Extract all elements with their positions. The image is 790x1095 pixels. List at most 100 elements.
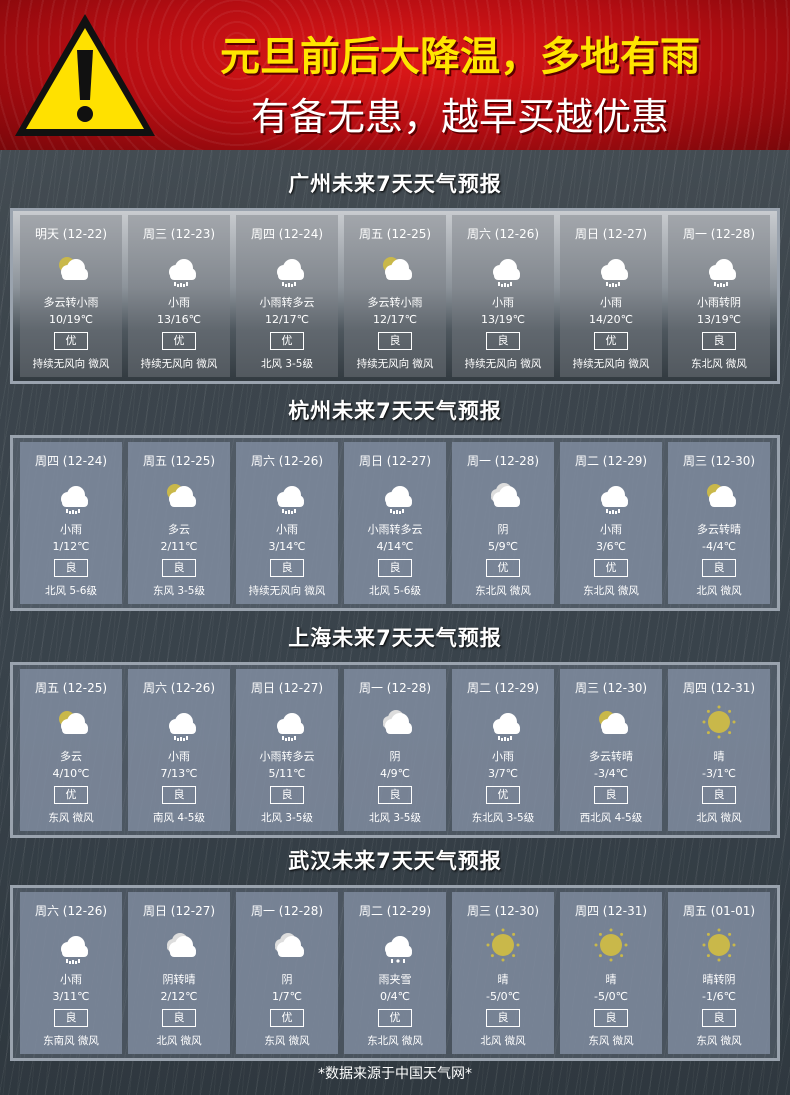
rain-weather-icon	[267, 475, 307, 515]
weather-description: 阴转晴	[162, 973, 196, 986]
rain-weather-icon	[159, 248, 199, 288]
day-date: 周日 (12-27)	[574, 227, 648, 241]
day-date: 周五 (12-25)	[34, 681, 108, 695]
weather-description: 小雨转多云	[259, 296, 315, 309]
partly-cloudy-weather-icon	[591, 702, 631, 742]
temperature-range: 1/7℃	[271, 990, 303, 1003]
wind-info: 北风 微风	[696, 585, 742, 597]
wind-info: 持续无风向 微风	[572, 358, 650, 370]
day-card: 周六 (12-26) 小雨 13/19℃ 良持续无风向 微风	[452, 215, 554, 377]
day-card: 周一 (12-28) 阴 1/7℃ 优东风 微风	[236, 892, 338, 1054]
temperature-range: 13/19℃	[480, 313, 526, 326]
sunny-weather-icon	[699, 925, 739, 965]
air-quality-badge: 良	[486, 1009, 520, 1027]
weather-description: 小雨	[168, 296, 190, 309]
weather-description: 小雨	[168, 750, 190, 763]
partly-cloudy-weather-icon	[51, 248, 91, 288]
wind-info: 东风 3-5级	[153, 585, 205, 597]
day-date: 周五 (01-01)	[682, 904, 756, 918]
wind-info: 东北风 微风	[691, 358, 747, 370]
air-quality-badge: 优	[486, 559, 520, 577]
rain-weather-icon	[159, 702, 199, 742]
day-card: 周日 (12-27) 小雨 14/20℃ 优持续无风向 微风	[560, 215, 662, 377]
weather-description: 晴	[497, 973, 509, 986]
wind-info: 东北风 微风	[583, 585, 639, 597]
air-quality-badge: 良	[162, 1009, 196, 1027]
day-date: 周二 (12-29)	[358, 904, 432, 918]
day-date: 周六 (12-26)	[142, 681, 216, 695]
day-card: 周三 (12-23) 小雨 13/16℃ 优持续无风向 微风	[128, 215, 230, 377]
weather-description: 阴	[497, 523, 509, 536]
air-quality-badge: 良	[702, 786, 736, 804]
day-card: 周四 (12-31) 晴 -5/0℃ 良东风 微风	[560, 892, 662, 1054]
day-card: 周六 (12-26) 小雨 3/14℃ 良持续无风向 微风	[236, 442, 338, 604]
temperature-range: 13/16℃	[156, 313, 202, 326]
temperature-range: 1/12℃	[52, 540, 90, 553]
temperature-range: 12/17℃	[372, 313, 418, 326]
weather-description: 雨夹雪	[378, 973, 412, 986]
sunny-weather-icon	[699, 702, 739, 742]
day-card: 周一 (12-28) 阴 5/9℃ 优东北风 微风	[452, 442, 554, 604]
day-card: 周三 (12-30) 晴 -5/0℃ 良北风 微风	[452, 892, 554, 1054]
day-card: 周五 (12-25) 多云 4/10℃ 优东风 微风	[20, 669, 122, 831]
forecast-panel: 周五 (12-25) 多云 4/10℃ 优东风 微风 周六 (12-26) 小雨 7/13℃…	[10, 662, 780, 838]
forecast-section: 武汉未来7天天气预报 周六 (12-26) 小雨 3/11℃ 良东南风 微风 周日 (12…	[0, 845, 790, 1065]
wind-info: 北风 微风	[696, 812, 742, 824]
rain-weather-icon	[591, 475, 631, 515]
sunny-weather-icon	[591, 925, 631, 965]
temperature-range: 13/19℃	[696, 313, 742, 326]
partly-cloudy-weather-icon	[375, 248, 415, 288]
temperature-range: 3/14℃	[268, 540, 306, 553]
temperature-range: 3/6℃	[595, 540, 627, 553]
weather-description: 小雨	[492, 750, 514, 763]
partly-cloudy-weather-icon	[159, 475, 199, 515]
temperature-range: 4/10℃	[52, 767, 90, 780]
air-quality-badge: 良	[54, 1009, 88, 1027]
day-card: 周三 (12-30) 多云转晴 -3/4℃ 良西北风 4-5级	[560, 669, 662, 831]
day-card: 周一 (12-28) 小雨转阴 13/19℃ 良东北风 微风	[668, 215, 770, 377]
partly-cloudy-weather-icon	[699, 475, 739, 515]
air-quality-badge: 良	[378, 332, 412, 350]
wind-info: 持续无风向 微风	[464, 358, 542, 370]
wind-info: 东风 微风	[696, 1035, 742, 1047]
temperature-range: 5/11℃	[268, 767, 306, 780]
day-card: 周日 (12-27) 小雨转多云 5/11℃ 良北风 3-5级	[236, 669, 338, 831]
weather-description: 多云转小雨	[43, 296, 99, 309]
temperature-range: 14/20℃	[588, 313, 634, 326]
forecast-panel: 明天 (12-22) 多云转小雨 10/19℃ 优持续无风向 微风 周三 (12-23)…	[10, 208, 780, 384]
temperature-range: -4/4℃	[701, 540, 737, 553]
wind-info: 北风 3-5级	[369, 812, 421, 824]
temperature-range: 3/7℃	[487, 767, 519, 780]
weather-description: 阴	[389, 750, 401, 763]
weather-description: 小雨转多云	[367, 523, 423, 536]
wind-info: 东北风 微风	[367, 1035, 423, 1047]
wind-info: 东北风 3-5级	[471, 812, 535, 824]
day-card: 明天 (12-22) 多云转小雨 10/19℃ 优持续无风向 微风	[20, 215, 122, 377]
cloudy-weather-icon	[375, 702, 415, 742]
weather-description: 晴转阴	[702, 973, 736, 986]
day-card: 周四 (12-24) 小雨 1/12℃ 良北风 5-6级	[20, 442, 122, 604]
temperature-range: 12/17℃	[264, 313, 310, 326]
temperature-range: 0/4℃	[379, 990, 411, 1003]
forecast-section: 杭州未来7天天气预报 周四 (12-24) 小雨 1/12℃ 良北风 5-6级 周五 (1…	[0, 395, 790, 615]
section-title: 杭州未来7天天气预报	[288, 399, 502, 423]
day-card: 周三 (12-30) 多云转晴 -4/4℃ 良北风 微风	[668, 442, 770, 604]
weather-description: 小雨转阴	[697, 296, 741, 309]
temperature-range: 3/11℃	[52, 990, 90, 1003]
temperature-range: 4/9℃	[379, 767, 411, 780]
wind-info: 北风 3-5级	[261, 358, 313, 370]
temperature-range: -3/1℃	[701, 767, 737, 780]
temperature-range: 4/14℃	[376, 540, 414, 553]
day-card: 周六 (12-26) 小雨 7/13℃ 良南风 4-5级	[128, 669, 230, 831]
wind-info: 东风 微风	[48, 812, 94, 824]
sunny-weather-icon	[483, 925, 523, 965]
day-date: 周日 (12-27)	[250, 681, 324, 695]
headline-sub: 有备无患，越早买越优惠	[250, 95, 669, 139]
weather-description: 小雨	[492, 296, 514, 309]
day-card: 周五 (12-25) 多云转小雨 12/17℃ 良持续无风向 微风	[344, 215, 446, 377]
wind-info: 东风 微风	[588, 1035, 634, 1047]
weather-description: 小雨转多云	[259, 750, 315, 763]
day-card: 周五 (01-01) 晴转阴 -1/6℃ 良东风 微风	[668, 892, 770, 1054]
temperature-range: -3/4℃	[593, 767, 629, 780]
wind-info: 持续无风向 微风	[356, 358, 434, 370]
